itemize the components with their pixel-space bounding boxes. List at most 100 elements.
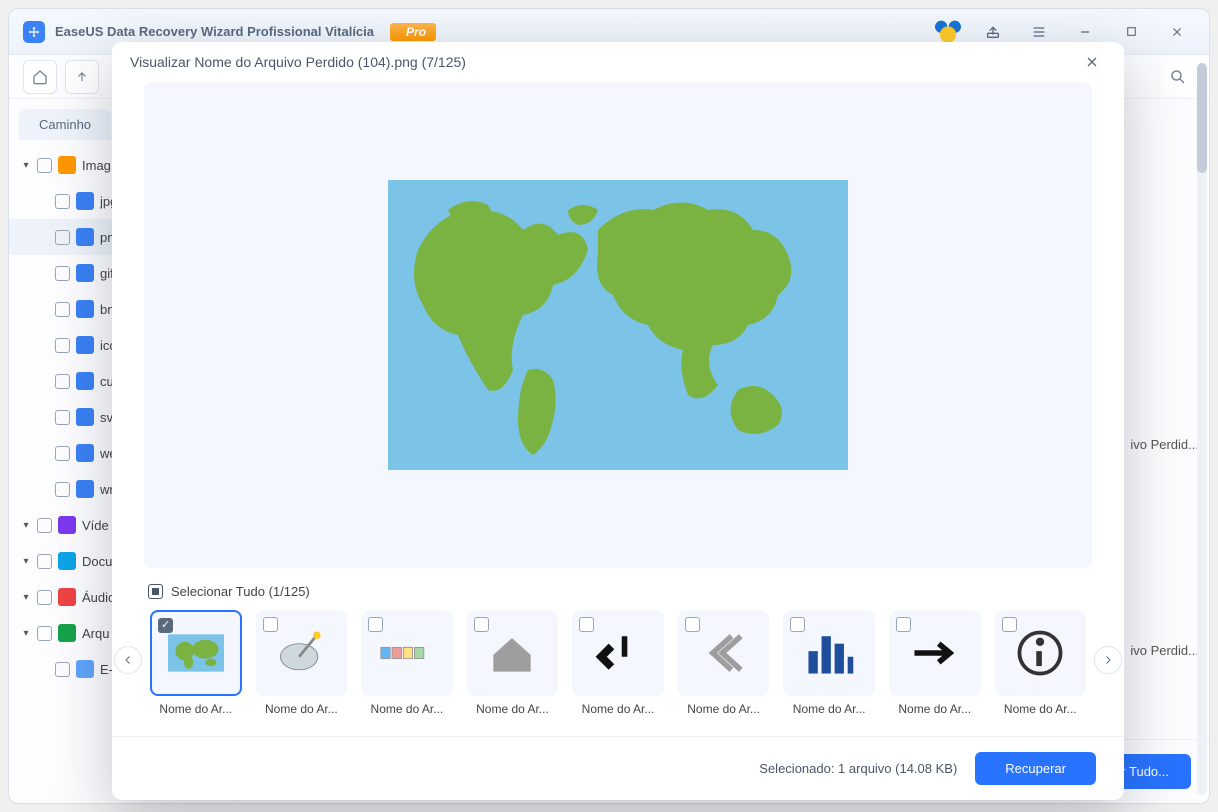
folder-icon bbox=[76, 372, 94, 390]
tree-label: Víde bbox=[82, 518, 109, 533]
thumbnail-label: Nome do Ar... bbox=[150, 702, 242, 716]
recover-button[interactable]: Recuperar bbox=[975, 752, 1096, 785]
thumbnail-checkbox[interactable] bbox=[1002, 617, 1017, 632]
app-title: EaseUS Data Recovery Wizard Profissional… bbox=[55, 24, 374, 39]
audio-icon bbox=[58, 588, 76, 606]
world-map-image bbox=[388, 180, 848, 470]
thumbnail[interactable]: Nome do Ar... bbox=[572, 610, 664, 716]
thumbnail-box[interactable] bbox=[889, 610, 981, 696]
mail-icon bbox=[76, 660, 94, 678]
folder-icon bbox=[76, 336, 94, 354]
tree-checkbox[interactable] bbox=[55, 482, 70, 497]
thumbnail-box[interactable] bbox=[467, 610, 559, 696]
tree-checkbox[interactable] bbox=[55, 374, 70, 389]
strip-next-button[interactable] bbox=[1094, 646, 1122, 674]
tree-checkbox[interactable] bbox=[55, 338, 70, 353]
select-all-label: Selecionar Tudo (1/125) bbox=[171, 584, 310, 599]
thumbnail[interactable]: Nome do Ar... bbox=[467, 610, 559, 716]
tree-label: Docu bbox=[82, 554, 112, 569]
doc-icon bbox=[58, 552, 76, 570]
folder-icon bbox=[76, 444, 94, 462]
thumbnail-checkbox[interactable] bbox=[158, 618, 173, 633]
thumbnail-box[interactable] bbox=[995, 610, 1087, 696]
caret-icon: ▾ bbox=[21, 556, 31, 567]
select-all-checkbox[interactable] bbox=[148, 584, 163, 599]
thumbnail-checkbox[interactable] bbox=[474, 617, 489, 632]
thumbnail-checkbox[interactable] bbox=[685, 617, 700, 632]
thumbnail[interactable]: Nome do Ar... bbox=[150, 610, 242, 716]
tree-checkbox[interactable] bbox=[37, 626, 52, 641]
thumbnail-box[interactable] bbox=[572, 610, 664, 696]
thumbnail-checkbox[interactable] bbox=[579, 617, 594, 632]
thumbnail-box[interactable] bbox=[361, 610, 453, 696]
thumbnail[interactable]: Nome do Ar... bbox=[995, 610, 1087, 716]
folder-icon bbox=[76, 264, 94, 282]
thumbnail-label: Nome do Ar... bbox=[467, 702, 559, 716]
thumbnail-checkbox[interactable] bbox=[790, 617, 805, 632]
modal-title: Visualizar Nome do Arquivo Perdido (104)… bbox=[130, 54, 466, 70]
tree-checkbox[interactable] bbox=[37, 590, 52, 605]
caret-icon: ▾ bbox=[21, 520, 31, 531]
folder-icon bbox=[76, 300, 94, 318]
strip-prev-button[interactable] bbox=[114, 646, 142, 674]
caret-icon: ▾ bbox=[21, 592, 31, 603]
thumbnail-checkbox[interactable] bbox=[896, 617, 911, 632]
tree-checkbox[interactable] bbox=[37, 518, 52, 533]
tree-checkbox[interactable] bbox=[55, 662, 70, 677]
tree-checkbox[interactable] bbox=[55, 230, 70, 245]
tree-checkbox[interactable] bbox=[55, 266, 70, 281]
grid-item-label: ivo Perdid... bbox=[1130, 437, 1199, 452]
thumbnail[interactable]: Nome do Ar... bbox=[361, 610, 453, 716]
tree-checkbox[interactable] bbox=[55, 446, 70, 461]
modal-close-button[interactable] bbox=[1078, 48, 1106, 76]
scrollbar[interactable] bbox=[1197, 63, 1207, 795]
thumbnail-checkbox[interactable] bbox=[263, 617, 278, 632]
scrollbar-thumb[interactable] bbox=[1197, 63, 1207, 173]
thumbnail[interactable]: Nome do Ar... bbox=[678, 610, 770, 716]
img-icon bbox=[58, 156, 76, 174]
thumbnail-label: Nome do Ar... bbox=[678, 702, 770, 716]
thumbnail[interactable]: Nome do Ar... bbox=[889, 610, 981, 716]
thumbnail[interactable]: Nome do Ar... bbox=[783, 610, 875, 716]
selection-info: Selecionado: 1 arquivo (14.08 KB) bbox=[759, 761, 957, 776]
close-button[interactable] bbox=[1159, 14, 1195, 50]
thumbnail-label: Nome do Ar... bbox=[572, 702, 664, 716]
caret-icon: ▾ bbox=[21, 160, 31, 171]
tree-checkbox[interactable] bbox=[37, 158, 52, 173]
folder-icon bbox=[76, 192, 94, 210]
thumbnail-label: Nome do Ar... bbox=[889, 702, 981, 716]
home-button[interactable] bbox=[23, 60, 57, 94]
tree-label: Arqu bbox=[82, 626, 109, 641]
app-icon bbox=[23, 21, 45, 43]
thumbnail-box[interactable] bbox=[783, 610, 875, 696]
thumbnail-box[interactable] bbox=[678, 610, 770, 696]
video-icon bbox=[58, 516, 76, 534]
modal-header: Visualizar Nome do Arquivo Perdido (104)… bbox=[112, 42, 1124, 82]
modal-footer: Selecionado: 1 arquivo (14.08 KB) Recupe… bbox=[112, 736, 1124, 800]
thumbnail-label: Nome do Ar... bbox=[783, 702, 875, 716]
thumbnail-box[interactable] bbox=[256, 610, 348, 696]
tree-checkbox[interactable] bbox=[55, 302, 70, 317]
folder-icon bbox=[76, 408, 94, 426]
select-all-row[interactable]: Selecionar Tudo (1/125) bbox=[112, 576, 1124, 606]
tree-label: Áudio bbox=[82, 590, 115, 605]
tree-checkbox[interactable] bbox=[55, 410, 70, 425]
thumbnail-label: Nome do Ar... bbox=[256, 702, 348, 716]
caret-icon: ▾ bbox=[21, 628, 31, 639]
up-button[interactable] bbox=[65, 60, 99, 94]
tree-checkbox[interactable] bbox=[55, 194, 70, 209]
folder-icon bbox=[76, 228, 94, 246]
thumbnail-strip: Nome do Ar... Nome do Ar... Nome do Ar... N… bbox=[112, 606, 1124, 736]
tree-checkbox[interactable] bbox=[37, 554, 52, 569]
folder-icon bbox=[76, 480, 94, 498]
thumbnail-label: Nome do Ar... bbox=[361, 702, 453, 716]
thumbnail-label: Nome do Ar... bbox=[995, 702, 1087, 716]
search-button[interactable] bbox=[1161, 60, 1195, 94]
thumbnail-checkbox[interactable] bbox=[368, 617, 383, 632]
grid-item-label: ivo Perdid... bbox=[1130, 643, 1199, 658]
thumbnail-box[interactable] bbox=[150, 610, 242, 696]
tree-label: Imag bbox=[82, 158, 111, 173]
preview-modal: Visualizar Nome do Arquivo Perdido (104)… bbox=[112, 42, 1124, 800]
mascot-icon bbox=[931, 19, 965, 45]
thumbnail[interactable]: Nome do Ar... bbox=[256, 610, 348, 716]
